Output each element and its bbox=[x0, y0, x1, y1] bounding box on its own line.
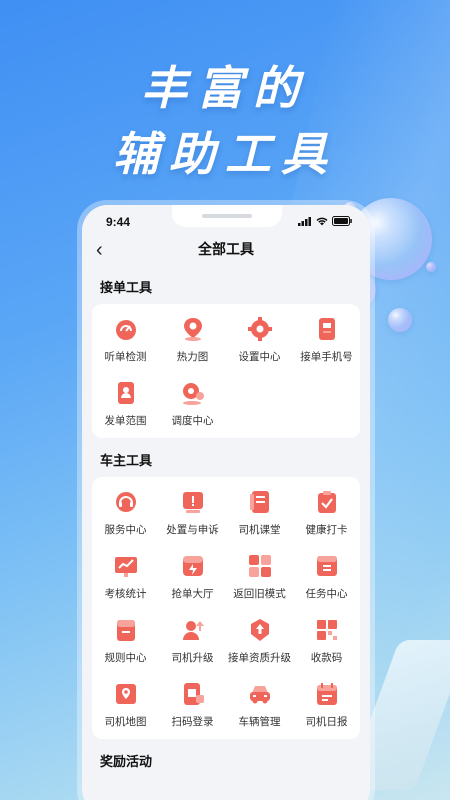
tool-item[interactable]: 返回旧模式 bbox=[226, 553, 293, 601]
system-icons bbox=[298, 216, 352, 226]
tool-item[interactable]: 处置与申诉 bbox=[159, 489, 226, 537]
tool-item[interactable]: 司机地图 bbox=[92, 681, 159, 729]
tool-item[interactable]: 司机日报 bbox=[293, 681, 360, 729]
tool-item[interactable]: 扫码登录 bbox=[159, 681, 226, 729]
tool-label: 车辆管理 bbox=[238, 716, 281, 728]
map-pin-icon bbox=[183, 318, 202, 341]
tool-item[interactable]: 发单范围 bbox=[92, 380, 159, 428]
tool-label: 健康打卡 bbox=[305, 524, 348, 536]
dispatch-location-icon bbox=[182, 383, 204, 405]
document-user-icon bbox=[117, 382, 134, 404]
bubble-decoration-small bbox=[388, 308, 412, 332]
tool-item[interactable]: 健康打卡 bbox=[293, 489, 360, 537]
grid-mode-icon bbox=[248, 555, 271, 577]
chart-board-icon bbox=[114, 557, 137, 577]
tool-item[interactable]: 热力图 bbox=[159, 316, 226, 364]
nav-bar: ‹ 全部工具 bbox=[82, 237, 370, 265]
tool-label: 服务中心 bbox=[104, 524, 147, 536]
page-title: 全部工具 bbox=[198, 241, 254, 257]
tool-label: 返回旧模式 bbox=[233, 588, 286, 600]
calendar-day-icon bbox=[316, 683, 337, 705]
tool-item[interactable]: 抢单大厅 bbox=[159, 553, 226, 601]
tool-item[interactable]: 服务中心 bbox=[92, 489, 159, 537]
settings-gear-icon bbox=[247, 317, 272, 341]
car-icon bbox=[249, 686, 270, 704]
phone-notch bbox=[172, 205, 282, 227]
qr-code-icon bbox=[316, 620, 337, 640]
tool-item[interactable]: 考核统计 bbox=[92, 553, 159, 601]
headline-line-1: 丰富的 bbox=[141, 61, 309, 115]
tool-item[interactable]: 司机升级 bbox=[159, 617, 226, 665]
section-title: 车主工具 bbox=[100, 453, 153, 468]
tool-item[interactable]: 接单手机号 bbox=[293, 316, 360, 364]
tool-label: 司机日报 bbox=[305, 716, 348, 728]
tool-label: 热力图 bbox=[176, 351, 209, 363]
tool-label: 接单资质升级 bbox=[228, 652, 291, 664]
tool-label: 司机地图 bbox=[104, 716, 147, 728]
back-arrow-icon[interactable]: ‹ bbox=[96, 239, 103, 262]
tool-item[interactable]: 设置中心 bbox=[226, 316, 293, 364]
tool-item[interactable]: 收款码 bbox=[293, 617, 360, 665]
clipboard-check-icon bbox=[317, 491, 336, 513]
tool-card: 听单检测 热力图 设置中心 接单手机号发单范围 调度中心 bbox=[92, 304, 360, 438]
battery-icon bbox=[332, 216, 352, 226]
section-title: 接单工具 bbox=[100, 280, 153, 295]
tool-label: 任务中心 bbox=[305, 588, 348, 600]
tool-item[interactable]: 任务中心 bbox=[293, 553, 360, 601]
scan-login-icon bbox=[183, 683, 204, 705]
tool-item[interactable]: 司机课堂 bbox=[226, 489, 293, 537]
phone-frame: 9:44 ‹ 全部工具 接单工具 听单检测 热力图 设置中心 接单手机号 发单范… bbox=[77, 200, 375, 800]
notebook-icon bbox=[249, 491, 269, 513]
wifi-icon bbox=[316, 217, 328, 225]
driver-map-icon bbox=[115, 684, 136, 704]
status-time: 9:44 bbox=[106, 215, 131, 229]
tool-card: 服务中心 处置与申诉 司机课堂 健康打卡 考核统计 抢单大厅 返回旧模式 任务中心 规则中心 司机… bbox=[92, 477, 360, 739]
tool-label: 扫码登录 bbox=[171, 716, 214, 728]
tool-sections: 接单工具听单检测 热力图 设置中心 接单手机号发单范围 调度中心车主工具服务中心 处置与申… bbox=[82, 265, 370, 778]
tool-label: 收款码 bbox=[310, 652, 343, 664]
user-upgrade-icon bbox=[182, 621, 204, 640]
rule-book-icon bbox=[116, 620, 135, 641]
section-title: 奖励活动 bbox=[100, 754, 153, 769]
tool-item[interactable]: 车辆管理 bbox=[226, 681, 293, 729]
tool-label: 调度中心 bbox=[171, 415, 214, 427]
status-bar: 9:44 bbox=[82, 205, 370, 237]
task-box-icon bbox=[316, 556, 337, 576]
tool-label: 规则中心 bbox=[104, 652, 147, 664]
phone-screen: 9:44 ‹ 全部工具 接单工具 听单检测 热力图 设置中心 接单手机号 发单范… bbox=[82, 205, 370, 800]
headset-icon bbox=[115, 492, 136, 512]
tool-label: 接单手机号 bbox=[300, 351, 353, 363]
bubble-decoration-tiny-2 bbox=[426, 262, 436, 272]
tool-label: 抢单大厅 bbox=[171, 588, 214, 600]
tool-label: 设置中心 bbox=[238, 351, 281, 363]
tool-item[interactable]: 听单检测 bbox=[92, 316, 159, 364]
alert-board-icon bbox=[182, 492, 203, 513]
tool-item[interactable]: 规则中心 bbox=[92, 617, 159, 665]
tool-label: 考核统计 bbox=[104, 588, 147, 600]
tool-item[interactable]: 调度中心 bbox=[159, 380, 226, 428]
tool-label: 处置与申诉 bbox=[166, 524, 219, 536]
phone-card-icon bbox=[318, 318, 335, 340]
tool-item[interactable]: 接单资质升级 bbox=[226, 617, 293, 665]
tool-label: 司机升级 bbox=[171, 652, 214, 664]
tool-label: 听单检测 bbox=[104, 351, 147, 363]
badge-upgrade-icon bbox=[250, 619, 269, 641]
gauge-icon bbox=[115, 320, 136, 340]
tool-label: 司机课堂 bbox=[238, 524, 281, 536]
headline-line-2: 辅助工具 bbox=[113, 127, 337, 181]
tool-label: 发单范围 bbox=[104, 415, 147, 427]
grab-order-icon bbox=[182, 556, 203, 576]
signal-icon bbox=[298, 216, 311, 226]
